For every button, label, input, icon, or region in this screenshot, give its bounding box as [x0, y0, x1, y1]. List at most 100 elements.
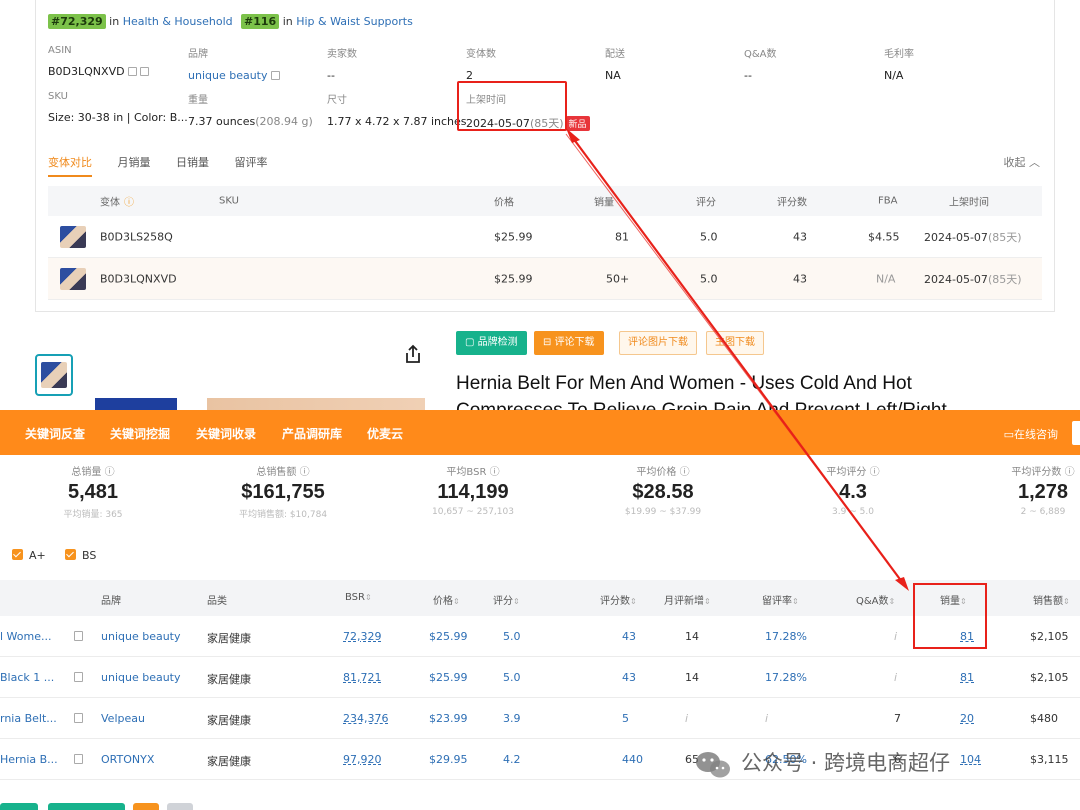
field-brand: 品牌 unique beauty: [188, 45, 280, 82]
cell-rating[interactable]: 4.2: [503, 753, 521, 766]
tab-variant-compare[interactable]: 变体对比: [48, 154, 92, 177]
field-sellers: 卖家数 --: [327, 49, 357, 82]
cell-sales[interactable]: 104: [960, 753, 981, 766]
search-input[interactable]: [1072, 421, 1080, 445]
sort-revenue[interactable]: 销售额⇕: [1033, 592, 1070, 607]
sort-bsr[interactable]: BSR⇕: [345, 592, 372, 603]
footer-button[interactable]: [48, 803, 125, 810]
tab-daily-sales[interactable]: 日销量: [176, 154, 209, 175]
footer-button[interactable]: [0, 803, 38, 810]
cell-revenue: $3,115: [1030, 753, 1069, 766]
nav-keyword-index[interactable]: 关键词收录: [196, 425, 256, 442]
cell-review-rate[interactable]: 17.28%: [765, 630, 807, 643]
copy-icon[interactable]: [127, 67, 137, 76]
stat-avg-review-count: 平均评分数 ⓘ 1,278 2 ~ 6,889: [1011, 467, 1075, 517]
review-download-button[interactable]: ⊟ 评论下载: [534, 331, 604, 355]
cell-sales[interactable]: 20: [960, 712, 974, 725]
cell-bsr[interactable]: 234,376: [343, 712, 389, 725]
sort-rating[interactable]: 评分⇕: [493, 592, 520, 607]
document-icon[interactable]: [74, 672, 83, 682]
table-row[interactable]: rnia Belt... Velpeau 家居健康 234,376 $23.99 3.9 5…: [0, 698, 1080, 739]
variant-thumbnail: [60, 267, 86, 290]
filter-bs-checkbox[interactable]: BS: [65, 549, 96, 562]
variant-row[interactable]: B0D3LQNXVD $25.99 50+ 5.0 43 N/A 2024-05…: [48, 258, 1042, 300]
sort-icon: ⇕: [792, 597, 799, 606]
field-delivery: 配送 NA: [605, 49, 625, 82]
tab-review-rate[interactable]: 留评率: [235, 154, 268, 175]
sort-new-reviews[interactable]: 月评新增⇕: [664, 592, 711, 607]
tab-monthly-sales[interactable]: 月销量: [118, 154, 151, 175]
table-row[interactable]: l Wome... unique beauty 家居健康 72,329 $25.99 5.…: [0, 616, 1080, 657]
copy-icon[interactable]: [139, 67, 149, 76]
document-icon[interactable]: [74, 713, 83, 723]
highlight-box-listing-date: [457, 81, 567, 131]
field-margin: 毛利率 N/A: [884, 49, 914, 82]
filter-aplus-checkbox[interactable]: A+: [12, 549, 46, 562]
sort-icon: ⇕: [630, 597, 637, 606]
footer-button[interactable]: [133, 803, 159, 810]
cell-review-rate[interactable]: i: [765, 712, 768, 725]
cell-sales[interactable]: 81: [960, 671, 974, 684]
cell-price[interactable]: $25.99: [429, 671, 468, 684]
cell-reviews[interactable]: 440: [622, 753, 643, 766]
rank-badge: #116: [241, 14, 280, 29]
cell-bsr[interactable]: 97,920: [343, 753, 382, 766]
document-icon[interactable]: [74, 754, 83, 764]
cell-brand[interactable]: unique beauty: [101, 630, 181, 643]
cell-review-rate[interactable]: 17.28%: [765, 671, 807, 684]
stat-avg-bsr: 平均BSR ⓘ 114,199 10,657 ~ 257,103: [432, 467, 514, 517]
orange-nav-bar: 关键词反查 关键词挖掘 关键词收录 产品调研库 优麦云 ▭在线咨询: [0, 410, 1080, 455]
field-sku: SKU Size: 30-38 in | Color: B...: [48, 91, 188, 124]
external-link-icon[interactable]: [270, 71, 280, 80]
cell-brand[interactable]: ORTONYX: [101, 753, 154, 766]
nav-keyword-reverse[interactable]: 关键词反查: [25, 425, 85, 442]
rank-category-link[interactable]: Hip & Waist Supports: [296, 15, 413, 28]
cell-rating[interactable]: 3.9: [503, 712, 521, 725]
sort-price[interactable]: 价格⇕: [433, 592, 460, 607]
cell-brand[interactable]: Velpeau: [101, 712, 145, 725]
cell-reviews[interactable]: 43: [622, 671, 636, 684]
sort-qa[interactable]: Q&A数⇕: [856, 592, 895, 607]
cell-reviews[interactable]: 43: [622, 630, 636, 643]
document-icon[interactable]: [74, 631, 83, 641]
cell-bsr[interactable]: 81,721: [343, 671, 382, 684]
nav-keyword-mining[interactable]: 关键词挖掘: [110, 425, 170, 442]
rank-category-link[interactable]: Health & Household: [123, 15, 233, 28]
share-icon[interactable]: [404, 344, 422, 364]
online-consult-link[interactable]: ▭在线咨询: [1004, 426, 1058, 442]
product-image: [207, 398, 425, 410]
variant-row[interactable]: B0D3LS258Q $25.99 81 5.0 43 $4.55 2024-0…: [48, 216, 1042, 258]
sort-reviews[interactable]: 评分数⇕: [600, 592, 637, 607]
cell-sales[interactable]: 81: [960, 630, 974, 643]
field-variants: 变体数 2: [466, 49, 496, 82]
cell-title: Black 1 ...: [0, 671, 55, 684]
table-row[interactable]: Black 1 ... unique beauty 家居健康 81,721 $25.99…: [0, 657, 1080, 698]
footer-button[interactable]: [167, 803, 193, 810]
sort-sales[interactable]: 销量⇕: [940, 592, 967, 607]
brand-link[interactable]: unique beauty: [188, 69, 268, 82]
cell-category: 家居健康: [207, 714, 251, 727]
product-thumbnail[interactable]: [35, 354, 73, 396]
cell-rating[interactable]: 5.0: [503, 671, 521, 684]
variant-table: 变体 ⓘ SKU 价格 销量 评分 评分数 FBA 上架时间 B0D3LS258…: [48, 186, 1042, 300]
stat-avg-rating: 平均评分 ⓘ 4.3 3.9 ~ 5.0: [826, 467, 880, 517]
brand-check-button[interactable]: ▢ 品牌检测: [456, 331, 527, 355]
asin-value: B0D3LQNXVD: [48, 65, 125, 78]
nav-product-research[interactable]: 产品调研库: [282, 425, 342, 442]
help-icon: ⓘ: [124, 197, 134, 209]
review-image-download-button[interactable]: 评论图片下载: [619, 331, 697, 355]
cell-bsr[interactable]: 72,329: [343, 630, 382, 643]
collapse-button[interactable]: 收起 ︿: [1004, 154, 1041, 170]
cell-rating[interactable]: 5.0: [503, 630, 521, 643]
chevron-up-icon: ︿: [1029, 156, 1040, 169]
sort-review-rate[interactable]: 留评率⇕: [762, 592, 799, 607]
cell-qa: i: [894, 671, 898, 684]
cell-price[interactable]: $23.99: [429, 712, 468, 725]
rank-in: in: [109, 15, 120, 28]
nav-youmaiyun[interactable]: 优麦云: [367, 425, 403, 442]
cell-brand[interactable]: unique beauty: [101, 671, 181, 684]
main-image-download-button[interactable]: 主图下载: [706, 331, 764, 355]
cell-price[interactable]: $29.95: [429, 753, 468, 766]
cell-price[interactable]: $25.99: [429, 630, 468, 643]
cell-reviews[interactable]: 5: [622, 712, 629, 725]
